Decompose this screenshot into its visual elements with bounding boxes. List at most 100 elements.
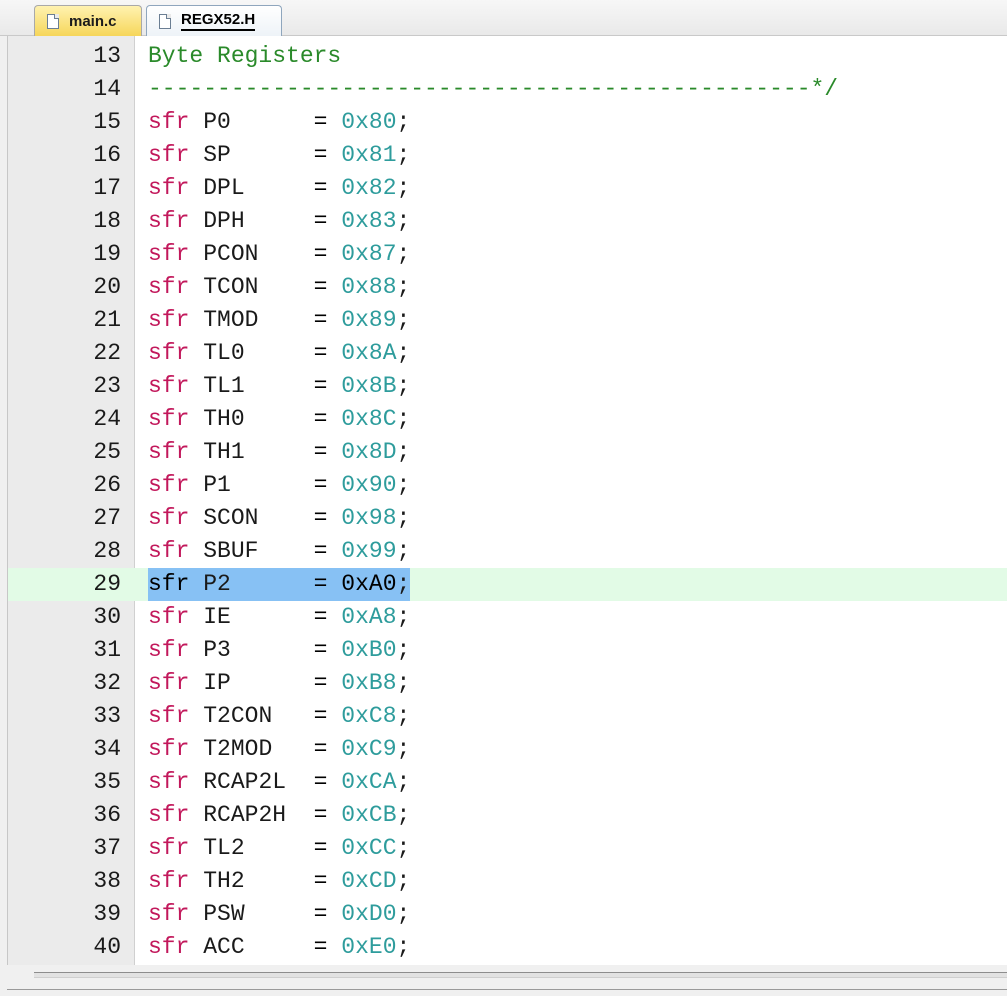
register-address: 0x82 [341, 175, 397, 201]
file-icon [159, 13, 171, 29]
code-text[interactable]: sfr PCON = 0x87; [148, 238, 410, 271]
code-text[interactable]: sfr TL1 = 0x8B; [148, 370, 410, 403]
sfr-keyword: sfr [148, 340, 190, 366]
code-text[interactable]: sfr TMOD = 0x89; [148, 304, 410, 337]
sfr-keyword: sfr [148, 109, 190, 135]
code-line[interactable]: 20 sfr TCON = 0x88; [8, 271, 1007, 304]
code-text[interactable]: sfr PSW = 0xD0; [148, 898, 410, 931]
code-text[interactable]: sfr TL0 = 0x8A; [148, 337, 410, 370]
horizontal-scrollbar[interactable] [0, 965, 1007, 996]
comment-text: ----------------------------------------… [148, 76, 839, 102]
code-text[interactable]: sfr SCON = 0x98; [148, 502, 410, 535]
code-line[interactable]: 39 sfr PSW = 0xD0; [8, 898, 1007, 931]
code-text[interactable]: sfr IE = 0xA8; [148, 601, 410, 634]
code-line[interactable]: 37 sfr TL2 = 0xCC; [8, 832, 1007, 865]
code-line[interactable]: 30 sfr IE = 0xA8; [8, 601, 1007, 634]
line-number: 14 [93, 76, 121, 102]
code-line[interactable]: 38 sfr TH2 = 0xCD; [8, 865, 1007, 898]
code-text[interactable]: sfr P3 = 0xB0; [148, 634, 410, 667]
line-number: 23 [93, 373, 121, 399]
register-address: 0x8C [341, 406, 397, 432]
register-address: 0xC9 [341, 736, 397, 762]
code-line[interactable]: 32 sfr IP = 0xB8; [8, 667, 1007, 700]
code-text[interactable]: sfr P0 = 0x80; [148, 106, 410, 139]
semicolon: ; [396, 769, 411, 795]
code-line[interactable]: 15 sfr P0 = 0x80; [8, 106, 1007, 139]
register-name: DPH [203, 208, 287, 234]
code-line[interactable]: 14 --------------------------------------… [8, 73, 1007, 106]
register-address: 0x88 [341, 274, 397, 300]
code-line[interactable]: 22 sfr TL0 = 0x8A; [8, 337, 1007, 370]
register-address: 0x8B [341, 373, 397, 399]
code-text[interactable]: sfr TL2 = 0xCC; [148, 832, 410, 865]
code-line[interactable]: 27 sfr SCON = 0x98; [8, 502, 1007, 535]
sfr-keyword: sfr [148, 439, 190, 465]
semicolon: ; [396, 571, 411, 597]
code-line[interactable]: 31 sfr P3 = 0xB0; [8, 634, 1007, 667]
code-line[interactable]: 29 sfr P2 = 0xA0; [8, 568, 1007, 601]
semicolon: ; [396, 835, 411, 861]
register-name: P3 [203, 637, 287, 663]
code-text[interactable]: sfr SP = 0x81; [148, 139, 410, 172]
code-line[interactable]: 40 sfr ACC = 0xE0; [8, 931, 1007, 964]
code-text[interactable]: sfr RCAP2H = 0xCB; [148, 799, 410, 832]
code-text[interactable]: sfr TCON = 0x88; [148, 271, 410, 304]
code-text[interactable]: sfr ACC = 0xE0; [148, 931, 410, 964]
register-name: TH0 [203, 406, 287, 432]
code-line[interactable]: 26 sfr P1 = 0x90; [8, 469, 1007, 502]
code-line[interactable]: 28 sfr SBUF = 0x99; [8, 535, 1007, 568]
code-line[interactable]: 19 sfr PCON = 0x87; [8, 238, 1007, 271]
register-name: P2 [203, 571, 287, 597]
sfr-keyword: sfr [148, 769, 190, 795]
sfr-keyword: sfr [148, 736, 190, 762]
code-text[interactable]: sfr TH0 = 0x8C; [148, 403, 410, 436]
register-address: 0xA8 [341, 604, 397, 630]
selected-code-text[interactable]: sfr P2 = 0xA0; [148, 568, 411, 601]
line-number: 25 [93, 439, 121, 465]
code-text[interactable]: sfr IP = 0xB8; [148, 667, 410, 700]
code-text[interactable]: ----------------------------------------… [148, 73, 838, 106]
tab-regx52-h[interactable]: REGX52.H [146, 5, 282, 36]
code-editor[interactable]: 13 Byte Registers 14 ----------------------… [7, 36, 1007, 965]
code-line[interactable]: 33 sfr T2CON = 0xC8; [8, 700, 1007, 733]
code-text[interactable]: sfr TH2 = 0xCD; [148, 865, 410, 898]
code-text[interactable]: sfr P1 = 0x90; [148, 469, 410, 502]
line-number: 27 [93, 505, 121, 531]
code-text[interactable]: sfr DPH = 0x83; [148, 205, 410, 238]
code-text[interactable]: sfr T2CON = 0xC8; [148, 700, 410, 733]
tab-main-c[interactable]: main.c [34, 5, 142, 36]
code-line[interactable]: 34 sfr T2MOD = 0xC9; [8, 733, 1007, 766]
code-line[interactable]: 23 sfr TL1 = 0x8B; [8, 370, 1007, 403]
code-text[interactable]: sfr T2MOD = 0xC9; [148, 733, 410, 766]
line-number: 39 [93, 901, 121, 927]
code-line[interactable]: 36 sfr RCAP2H = 0xCB; [8, 799, 1007, 832]
code-text[interactable]: sfr RCAP2L = 0xCA; [148, 766, 410, 799]
semicolon: ; [396, 538, 411, 564]
register-address: 0xCD [341, 868, 397, 894]
line-number: 16 [93, 142, 121, 168]
code-text[interactable]: sfr TH1 = 0x8D; [148, 436, 410, 469]
sfr-keyword: sfr [148, 208, 190, 234]
code-text[interactable]: sfr DPL = 0x82; [148, 172, 410, 205]
code-text[interactable]: sfr SBUF = 0x99; [148, 535, 410, 568]
sfr-keyword: sfr [148, 637, 190, 663]
code-line[interactable]: 25 sfr TH1 = 0x8D; [8, 436, 1007, 469]
file-icon [47, 13, 59, 29]
sfr-keyword: sfr [148, 538, 190, 564]
code-line[interactable]: 35 sfr RCAP2L = 0xCA; [8, 766, 1007, 799]
semicolon: ; [396, 439, 411, 465]
tab-label: REGX52.H [181, 11, 256, 31]
code-line[interactable]: 21 sfr TMOD = 0x89; [8, 304, 1007, 337]
code-line[interactable]: 17 sfr DPL = 0x82; [8, 172, 1007, 205]
semicolon: ; [396, 736, 411, 762]
line-number: 18 [93, 208, 121, 234]
line-number: 38 [93, 868, 121, 894]
semicolon: ; [396, 472, 411, 498]
code-text[interactable]: Byte Registers [148, 40, 341, 73]
register-name: TL0 [203, 340, 287, 366]
code-line[interactable]: 16 sfr SP = 0x81; [8, 139, 1007, 172]
code-line[interactable]: 18 sfr DPH = 0x83; [8, 205, 1007, 238]
scrollbar-track[interactable] [34, 972, 1007, 978]
code-line[interactable]: 13 Byte Registers [8, 40, 1007, 73]
code-line[interactable]: 24 sfr TH0 = 0x8C; [8, 403, 1007, 436]
